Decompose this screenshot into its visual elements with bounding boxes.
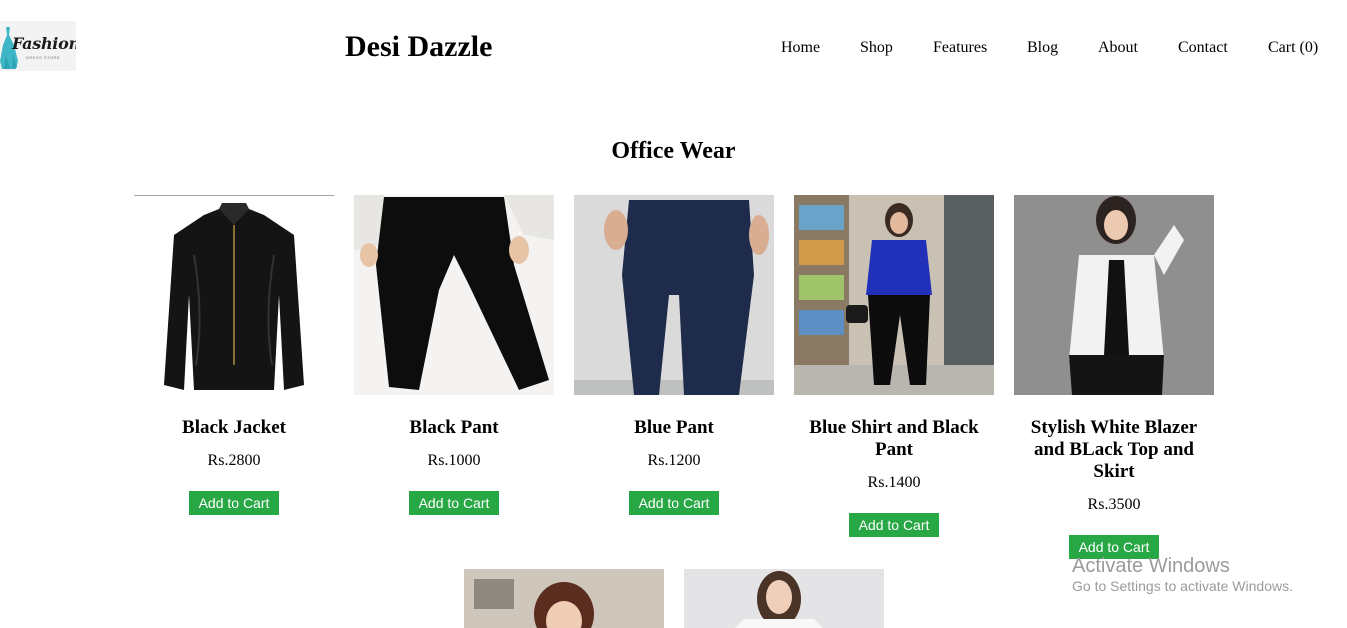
product-image[interactable]	[1014, 195, 1214, 395]
nav-about[interactable]: About	[1098, 39, 1138, 57]
product-name[interactable]: Blue Shirt and Black Pant	[794, 417, 994, 461]
nav-contact[interactable]: Contact	[1178, 39, 1228, 57]
product-image[interactable]	[354, 195, 554, 395]
product-price: Rs.1000	[427, 452, 481, 469]
product-card: Blue Shirt and Black Pant Rs.1400 Add to…	[794, 195, 994, 537]
product-price: Rs.3500	[1087, 496, 1141, 513]
nav-shop[interactable]: Shop	[860, 39, 893, 57]
logo-text: Fashion	[12, 34, 76, 53]
activate-windows-watermark: Activate Windows Go to Settings to activ…	[1072, 555, 1293, 594]
site-title: Desi Dazzle	[345, 30, 493, 63]
add-to-cart-button[interactable]: Add to Cart	[408, 491, 500, 515]
nav-home[interactable]: Home	[781, 39, 820, 57]
product-name[interactable]: Black Jacket	[134, 417, 334, 439]
add-to-cart-button[interactable]: Add to Cart	[188, 491, 280, 515]
product-name[interactable]: Stylish White Blazer and BLack Top and S…	[1014, 417, 1214, 483]
product-name[interactable]: Black Pant	[354, 417, 554, 439]
product-price: Rs.2800	[207, 452, 261, 469]
product-price: Rs.1200	[647, 452, 701, 469]
add-to-cart-button[interactable]: Add to Cart	[848, 513, 940, 537]
product-card: Black Pant Rs.1000 Add to Cart	[354, 195, 554, 515]
site-logo[interactable]: Fashion DRESS STORE	[0, 21, 76, 71]
product-card: Black Jacket Rs.2800 Add to Cart	[134, 195, 334, 515]
product-name[interactable]: Blue Pant	[574, 417, 774, 439]
watermark-subtitle: Go to Settings to activate Windows.	[1072, 578, 1293, 594]
product-image[interactable]	[794, 195, 994, 395]
nav-features[interactable]: Features	[933, 39, 987, 57]
product-image[interactable]	[684, 569, 884, 628]
product-image[interactable]	[464, 569, 664, 628]
product-card: Blue Pant Rs.1200 Add to Cart	[574, 195, 774, 515]
product-price: Rs.1400	[867, 474, 921, 491]
product-card: Stylish White Blazer and BLack Top and S…	[1014, 195, 1214, 559]
product-image[interactable]	[134, 195, 334, 395]
nav-blog[interactable]: Blog	[1027, 39, 1058, 57]
section-title: Office Wear	[611, 138, 736, 164]
add-to-cart-button[interactable]: Add to Cart	[628, 491, 720, 515]
logo-subtext: DRESS STORE	[26, 55, 61, 60]
watermark-title: Activate Windows	[1072, 555, 1230, 577]
nav-cart[interactable]: Cart (0)	[1268, 39, 1318, 57]
product-image[interactable]	[574, 195, 774, 395]
